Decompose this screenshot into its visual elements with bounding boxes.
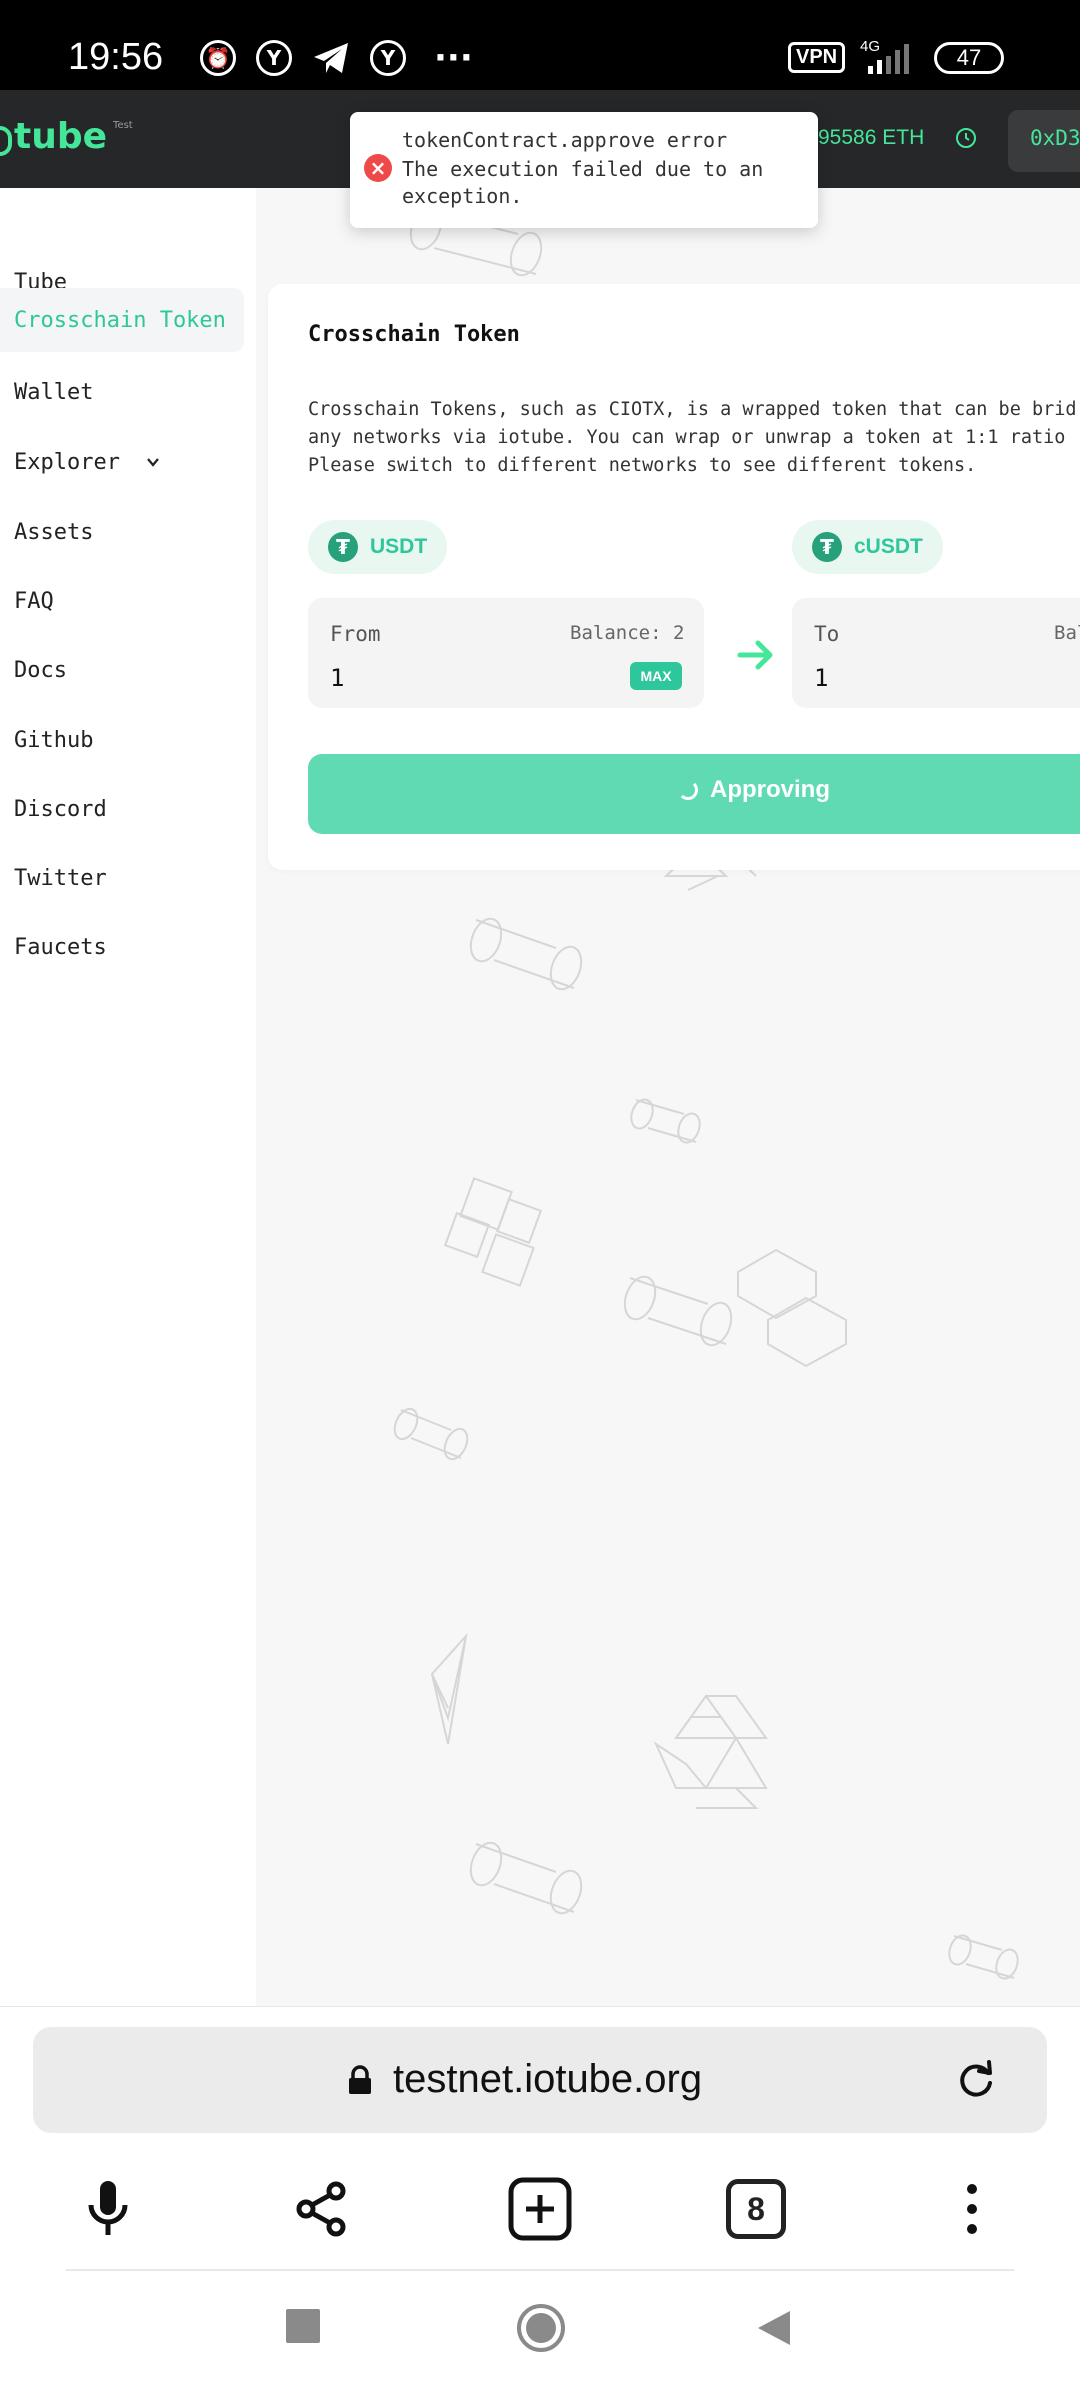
to-token-label: cUSDT <box>854 535 923 558</box>
sidebar: Tube Crosschain Token Wallet Explorer As… <box>0 188 256 2006</box>
menu-button[interactable] <box>940 2177 1004 2241</box>
max-button[interactable]: MAX <box>630 662 682 690</box>
tab-count: 8 <box>726 2179 786 2239</box>
sidebar-item-label: Crosschain Token <box>14 307 226 333</box>
to-amount-value: 1 <box>814 664 829 692</box>
telegram-icon <box>314 43 348 73</box>
voice-search-button[interactable] <box>76 2177 140 2241</box>
home-circle-icon[interactable] <box>516 2303 566 2353</box>
cylinder-shape <box>393 1407 469 1461</box>
add-tab-icon <box>508 2177 572 2241</box>
polygon-logo-shape <box>737 1248 847 1368</box>
more-notifications-icon: ··· <box>434 38 473 78</box>
status-bar: 19:56 ⏰ Y Y ··· VPN 4G 47 <box>0 0 1080 90</box>
from-balance: Balance: 2 <box>570 622 685 644</box>
error-toast[interactable]: × tokenContract.approve error The execut… <box>350 112 818 228</box>
chevron-down-icon <box>147 458 159 467</box>
approve-button[interactable]: Approving <box>308 754 1080 834</box>
alarm-icon: ⏰ <box>200 40 236 76</box>
to-amount-box: To Bal 1 <box>792 598 1080 708</box>
sidebar-item-twitter[interactable]: Twitter <box>0 846 107 910</box>
status-time: 19:56 <box>68 36 164 78</box>
from-amount-input[interactable]: 1 <box>330 664 344 692</box>
share-icon <box>296 2181 346 2237</box>
microphone-icon <box>88 2181 128 2235</box>
battery-icon: 47 <box>934 42 1004 74</box>
new-tab-button[interactable] <box>508 2177 572 2241</box>
logo-mark-icon <box>0 126 12 156</box>
wallet-address-button[interactable]: 0xD3 <box>1008 110 1080 172</box>
sidebar-item-faq[interactable]: FAQ <box>0 569 54 633</box>
sidebar-item-docs[interactable]: Docs <box>0 638 67 702</box>
sidebar-item-faucets[interactable]: Faucets <box>0 915 107 979</box>
tether-icon: ₮ <box>812 532 842 562</box>
cylinder-shape <box>948 1934 1019 1980</box>
share-button[interactable] <box>290 2177 354 2241</box>
card-title: Crosschain Token <box>308 322 520 347</box>
sidebar-item-wallet[interactable]: Wallet <box>0 360 93 424</box>
address-bar[interactable]: testnet.iotube.org <box>33 2027 1047 2133</box>
toast-message: The execution failed due to an exception… <box>402 157 764 208</box>
browser-chrome: testnet.iotube.org 8 <box>0 2006 1080 2400</box>
loading-spinner-icon <box>678 780 698 800</box>
from-amount-box: From Balance: 2 1 MAX <box>308 598 704 708</box>
recents-square-icon[interactable] <box>286 2309 320 2343</box>
eth-balance[interactable]: 95586 ETH <box>818 126 924 150</box>
more-vertical-icon <box>967 2184 977 2234</box>
triangle-cluster-shape <box>653 1694 768 1809</box>
error-icon: × <box>364 154 392 182</box>
lock-icon <box>349 2065 371 2094</box>
url-text: testnet.iotube.org <box>393 2057 703 2101</box>
cylinder-shape <box>630 1098 701 1144</box>
to-token-selector[interactable]: ₮ cUSDT <box>792 520 943 574</box>
vpn-badge: VPN <box>788 42 846 73</box>
tether-icon: ₮ <box>328 532 358 562</box>
app-y-icon-2: Y <box>370 40 406 76</box>
crosschain-token-card: Crosschain Token Crosschain Tokens, such… <box>268 284 1080 870</box>
app-y-icon: Y <box>256 40 292 76</box>
back-triangle-icon[interactable] <box>756 2309 792 2347</box>
logo-text: tube <box>14 116 108 157</box>
approve-button-content: Approving <box>678 776 830 804</box>
binance-logo-shape <box>443 1177 543 1287</box>
sidebar-item-github[interactable]: Github <box>0 708 93 772</box>
sidebar-item-discord[interactable]: Discord <box>0 777 107 841</box>
signal-icon <box>868 44 909 74</box>
history-clock-icon[interactable] <box>954 126 978 150</box>
card-description: Crosschain Tokens, such as CIOTX, is a w… <box>308 399 1077 476</box>
approve-button-label: Approving <box>710 776 830 803</box>
toast-title: tokenContract.approve error <box>402 128 728 152</box>
ethereum-logo-shape <box>430 1632 468 1745</box>
to-label: To <box>814 622 840 646</box>
sidebar-item-explorer[interactable]: Explorer <box>0 430 160 494</box>
sidebar-item-crosschain-token[interactable]: Crosschain Token <box>0 288 244 352</box>
tabs-button[interactable]: 8 <box>724 2177 788 2241</box>
cylinder-shape <box>469 917 583 991</box>
cylinder-shape <box>623 1275 733 1347</box>
main-content: Crosschain Token Crosschain Tokens, such… <box>256 188 1080 2006</box>
status-icons: ⏰ Y Y ··· <box>200 40 473 76</box>
logo-tag: Test <box>113 120 133 131</box>
arrow-right-icon <box>737 640 773 670</box>
sidebar-item-assets[interactable]: Assets <box>0 500 93 564</box>
sidebar-item-label: Explorer <box>14 449 120 475</box>
from-token-label: USDT <box>370 535 428 558</box>
app-logo[interactable]: tube Test <box>0 116 133 157</box>
from-token-selector[interactable]: ₮ USDT <box>308 520 448 574</box>
reload-icon[interactable] <box>955 2059 997 2101</box>
from-label: From <box>330 622 381 646</box>
to-balance: Bal <box>1054 622 1080 644</box>
divider <box>66 2269 1014 2271</box>
cylinder-shape <box>469 1841 583 1915</box>
